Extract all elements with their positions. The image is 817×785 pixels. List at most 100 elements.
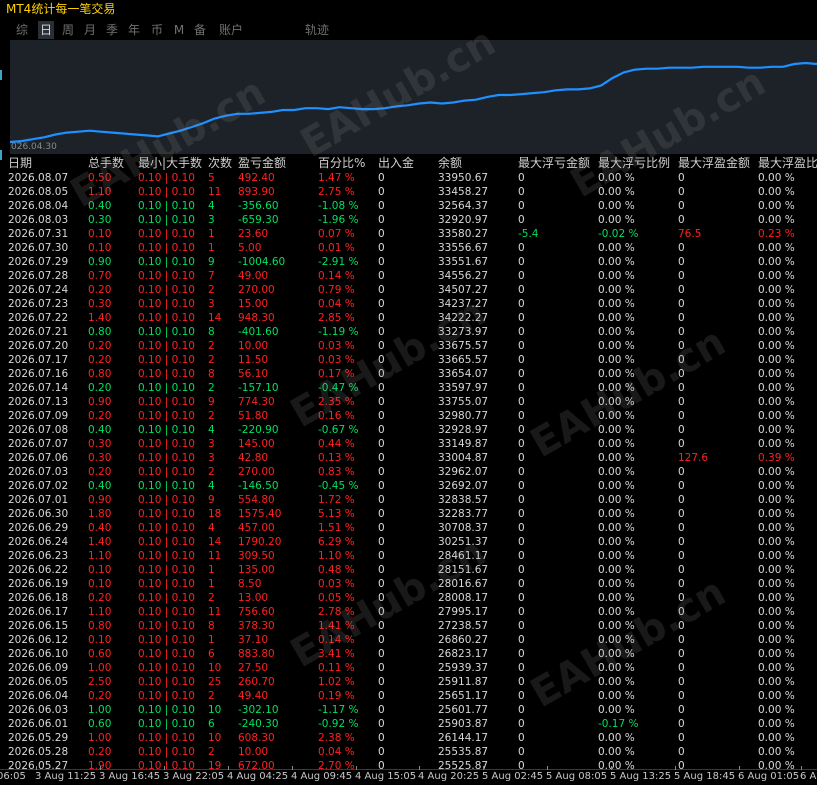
table-row[interactable]: 2026.07.08 0.40 0.10 | 0.10 4 -220.90 -0.67 %… [0,423,817,437]
table-cell: 0.00 % [598,270,635,282]
table-cell: 0 [518,634,525,646]
column-header-1[interactable]: 总手数 [88,155,124,171]
table-row[interactable]: 2026.07.09 0.20 0.10 | 0.10 2 51.80 0.16 % 0 32… [0,409,817,423]
table-cell: 0 [518,522,525,534]
table-row[interactable]: 2026.07.17 0.20 0.10 | 0.10 2 11.50 0.03 % 0 33… [0,353,817,367]
table-row[interactable]: 2026.06.29 0.40 0.10 | 0.10 4 457.00 1.51 % 0 3… [0,521,817,535]
tab-8[interactable]: 备 [192,21,208,39]
tab-4[interactable]: 季 [104,21,120,39]
table-row[interactable]: 2026.08.03 0.30 0.10 | 0.10 3 -659.30 -1.96 %… [0,213,817,227]
table-cell: 0 [378,606,385,618]
table-cell: 0.00 % [758,466,795,478]
tab-6[interactable]: 币 [148,21,166,39]
table-row[interactable]: 2026.06.10 0.60 0.10 | 0.10 6 883.80 3.41 % 0 2… [0,647,817,661]
table-row[interactable]: 2026.07.22 1.40 0.10 | 0.10 14 948.30 2.85 % 0… [0,311,817,325]
table-row[interactable]: 2026.05.28 0.20 0.10 | 0.10 2 10.00 0.04 % 0 25… [0,745,817,759]
table-row[interactable]: 2026.07.02 0.40 0.10 | 0.10 4 -146.50 -0.45 %… [0,479,817,493]
table-cell: 0 [518,466,525,478]
tab-3[interactable]: 月 [82,21,98,39]
table-cell: 0 [518,718,525,730]
table-row[interactable]: 2026.07.20 0.20 0.10 | 0.10 2 10.00 0.03 % 0 33… [0,339,817,353]
table-row[interactable]: 2026.06.23 1.10 0.10 | 0.10 11 309.50 1.10 % 0… [0,549,817,563]
column-header-8[interactable]: 最大浮亏金额 [518,155,590,171]
table-row[interactable]: 2026.06.05 2.50 0.10 | 0.10 25 260.70 1.02 % 0… [0,675,817,689]
tab-1[interactable]: 日 [38,21,54,39]
column-header-5[interactable]: 百分比% [318,155,365,171]
tab-9[interactable]: 账户 [214,21,248,39]
table-row[interactable]: 2026.06.12 0.10 0.10 | 0.10 1 37.10 0.14 % 0 26… [0,633,817,647]
table-row[interactable]: 2026.07.14 0.20 0.10 | 0.10 2 -157.10 -0.47 %… [0,381,817,395]
table-row[interactable]: 2026.06.15 0.80 0.10 | 0.10 8 378.30 1.41 % 0 2… [0,619,817,633]
table-row[interactable]: 2026.08.07 0.50 0.10 | 0.10 5 492.40 1.47 % 0 3… [0,171,817,185]
table-cell: 2 [208,690,215,702]
table-cell: 0 [378,718,385,730]
table-row[interactable]: 2026.06.04 0.20 0.10 | 0.10 2 49.40 0.19 % 0 25… [0,689,817,703]
column-header-6[interactable]: 出入金 [378,155,414,171]
table-row[interactable]: 2026.06.01 0.60 0.10 | 0.10 6 -240.30 -0.92 %… [0,717,817,731]
table-cell: 2 [208,592,215,604]
table-row[interactable]: 2026.06.09 1.00 0.10 | 0.10 10 27.50 0.11 % 0 2… [0,661,817,675]
table-cell: 0.00 % [598,452,635,464]
table-cell: 2026.07.24 [8,284,69,296]
table-cell: 26144.17 [438,732,489,744]
table-cell: 0.10 | 0.10 [138,550,195,562]
table-row[interactable]: 2026.07.29 0.90 0.10 | 0.10 9 -1004.60 -2.91 … [0,255,817,269]
table-cell: 2026.08.04 [8,200,69,212]
table-row[interactable]: 2026.07.28 0.70 0.10 | 0.10 7 49.00 0.14 % 0 34… [0,269,817,283]
column-header-0[interactable]: 日期 [8,155,32,171]
table-row[interactable]: 2026.07.07 0.30 0.10 | 0.10 3 145.00 0.44 % 0 3… [0,437,817,451]
table-cell: 2026.07.03 [8,466,69,478]
column-header-9[interactable]: 最大浮亏比例 [598,155,670,171]
daily-stats-table[interactable]: 2026.08.07 0.50 0.10 | 0.10 5 492.40 1.47 % 0 3… [0,171,817,769]
tab-5[interactable]: 年 [126,21,142,39]
column-header-3[interactable]: 次数 [208,155,232,171]
column-header-7[interactable]: 余额 [438,155,462,171]
table-cell: 2026.08.05 [8,186,69,198]
table-cell: 0.20 [88,592,112,604]
table-cell: 9 [208,494,215,506]
tab-7[interactable]: M [172,21,186,39]
table-row[interactable]: 2026.07.13 0.90 0.10 | 0.10 9 774.30 2.35 % 0 3… [0,395,817,409]
axis-label: 5 Aug 18:45 [674,771,736,782]
table-cell: 0 [378,186,385,198]
table-row[interactable]: 2026.07.31 0.10 0.10 | 0.10 1 23.60 0.07 % 0 33… [0,227,817,241]
table-cell: 270.00 [238,466,275,478]
table-row[interactable]: 2026.07.16 0.80 0.10 | 0.10 8 56.10 0.17 % 0 33… [0,367,817,381]
table-cell: 0 [518,732,525,744]
table-cell: 0 [518,578,525,590]
tab-0[interactable]: 综 [12,21,32,39]
table-row[interactable]: 2026.08.04 0.40 0.10 | 0.10 4 -356.60 -1.08 %… [0,199,817,213]
table-cell: 0 [518,368,525,380]
table-row[interactable]: 2026.07.03 0.20 0.10 | 0.10 2 270.00 0.83 % 0 3… [0,465,817,479]
table-row[interactable]: 2026.06.22 0.10 0.10 | 0.10 1 135.00 0.48 % 0 2… [0,563,817,577]
table-row[interactable]: 2026.07.30 0.10 0.10 | 0.10 1 5.00 0.01 % 0 335… [0,241,817,255]
table-row[interactable]: 2026.08.05 1.10 0.10 | 0.10 11 893.90 2.75 % 0… [0,185,817,199]
tab-10[interactable]: 轨迹 [302,21,332,39]
table-cell: 0.80 [88,368,112,380]
table-row[interactable]: 2026.06.17 1.10 0.10 | 0.10 11 756.60 2.78 % 0… [0,605,817,619]
column-header-2[interactable]: 最小|大手数 [138,155,202,171]
table-cell: 1 [208,242,215,254]
table-row[interactable]: 2026.06.30 1.80 0.10 | 0.10 18 1575.40 5.13 %… [0,507,817,521]
column-header-10[interactable]: 最大浮盈金额 [678,155,750,171]
table-row[interactable]: 2026.07.01 0.90 0.10 | 0.10 9 554.80 1.72 % 0 3… [0,493,817,507]
table-cell: 27238.57 [438,620,489,632]
table-row[interactable]: 2026.07.21 0.80 0.10 | 0.10 8 -401.60 -1.19 %… [0,325,817,339]
table-row[interactable]: 2026.06.19 0.10 0.10 | 0.10 1 8.50 0.03 % 0 280… [0,577,817,591]
table-cell: 0.79 % [318,284,355,296]
tab-2[interactable]: 周 [60,21,76,39]
column-header-4[interactable]: 盈亏金额 [238,155,286,171]
column-header-11[interactable]: 最大浮盈比例 [758,155,817,171]
table-row[interactable]: 2026.05.27 1.90 0.10 | 0.10 19 672.00 2.70 % 0… [0,759,817,769]
table-row[interactable]: 2026.06.24 1.40 0.10 | 0.10 14 1790.20 6.29 %… [0,535,817,549]
table-row[interactable]: 2026.05.29 1.00 0.10 | 0.10 10 608.30 2.38 % 0… [0,731,817,745]
table-row[interactable]: 2026.07.24 0.20 0.10 | 0.10 2 270.00 0.79 % 0 3… [0,283,817,297]
table-cell: 26860.27 [438,634,489,646]
table-row[interactable]: 2026.07.06 0.30 0.10 | 0.10 3 42.80 0.13 % 0 33… [0,451,817,465]
table-cell: 0 [678,536,685,548]
table-row[interactable]: 2026.06.03 1.00 0.10 | 0.10 10 -302.10 -1.17 … [0,703,817,717]
table-row[interactable]: 2026.06.18 0.20 0.10 | 0.10 2 13.00 0.05 % 0 28… [0,591,817,605]
table-row[interactable]: 2026.07.23 0.30 0.10 | 0.10 3 15.00 0.04 % 0 34… [0,297,817,311]
table-cell: 0.00 % [758,410,795,422]
table-cell: 23.60 [238,228,269,240]
